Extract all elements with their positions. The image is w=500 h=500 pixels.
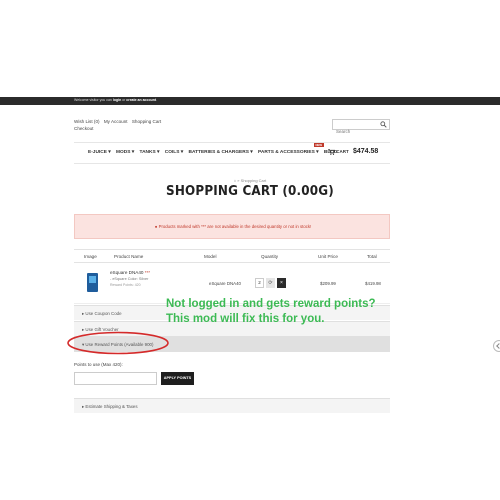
col-model: Model bbox=[204, 254, 217, 259]
points-input[interactable] bbox=[74, 372, 157, 385]
stock-alert: ● Products marked with *** are not avail… bbox=[74, 214, 390, 239]
cart-table-header: Image Product Name Model Quantity Unit P… bbox=[74, 249, 390, 263]
breadcrumb: ⌂ » Shopping Cart bbox=[0, 178, 500, 183]
search-box bbox=[332, 119, 390, 136]
breadcrumb-current[interactable]: Shopping Cart bbox=[241, 178, 267, 183]
unit-price: $209.99 bbox=[320, 281, 336, 286]
row-total: $419.98 bbox=[365, 281, 381, 286]
shipping-panel[interactable]: ▸ Estimate Shipping & Taxes bbox=[74, 398, 390, 413]
my-account-link[interactable]: My Account bbox=[104, 119, 128, 124]
page-title: SHOPPING CART (0.00G) bbox=[166, 184, 334, 199]
checkout-link[interactable]: Checkout bbox=[74, 126, 93, 131]
product-option: - eSquare Color: Silver bbox=[110, 277, 149, 281]
cart-icon bbox=[328, 149, 336, 155]
nav-item-coils[interactable]: COILS ▾ bbox=[165, 150, 183, 155]
alert-text: Products marked with *** are not availab… bbox=[158, 224, 312, 229]
callout-line-2: This mod will fix this for you. bbox=[166, 313, 325, 325]
product-image[interactable] bbox=[87, 273, 98, 292]
nav-item-batteries[interactable]: BATTERIES & CHARGERS ▾ bbox=[189, 150, 253, 155]
remove-icon[interactable]: × bbox=[277, 278, 286, 288]
shopping-cart-link[interactable]: Shopping Cart bbox=[132, 119, 161, 124]
search-input[interactable] bbox=[333, 127, 379, 136]
product-name[interactable]: eSquare DNA40 *** bbox=[110, 270, 150, 275]
quantity-input[interactable]: 2 bbox=[255, 278, 264, 288]
new-badge: NEW bbox=[314, 143, 324, 147]
coupon-heading[interactable]: ▸ Use Coupon Code bbox=[82, 311, 122, 317]
apply-points-button[interactable]: APPLY POINTS bbox=[161, 372, 194, 385]
nav-item-parts[interactable]: PARTS & ACCESSORIES ▾ bbox=[258, 150, 319, 155]
update-icon[interactable]: ⟳ bbox=[266, 278, 275, 288]
create-account-link[interactable]: create an account bbox=[126, 98, 156, 102]
col-unit-price: Unit Price bbox=[318, 254, 338, 259]
search-icon[interactable] bbox=[380, 121, 387, 128]
cart-total[interactable]: $474.58 bbox=[353, 148, 378, 155]
nav-cart[interactable]: CART bbox=[328, 149, 349, 155]
login-link[interactable]: login bbox=[113, 98, 121, 102]
callout-line-1: Not logged in and gets reward points? bbox=[166, 298, 376, 310]
product-model: eSquare DNA40 bbox=[209, 281, 241, 286]
top-bar: Welcome visitor you can login or create … bbox=[0, 97, 500, 105]
annotation-oval bbox=[67, 331, 169, 355]
header-links: Wish List (0) My Account Shopping Cart C… bbox=[74, 118, 214, 132]
nav-item-mods[interactable]: MODS ▾ bbox=[116, 150, 134, 155]
col-total: Total bbox=[367, 254, 377, 259]
out-of-stock-marker: *** bbox=[144, 270, 151, 275]
nav-item-tanks[interactable]: TANKS ▾ bbox=[140, 150, 160, 155]
cart-label: CART bbox=[336, 149, 349, 155]
promo-callout: Not logged in and gets reward points? Th… bbox=[166, 297, 376, 327]
col-product-name: Product Name bbox=[114, 254, 144, 259]
home-icon[interactable]: ⌂ bbox=[234, 178, 236, 183]
product-reward-points: Reward Points: 420 bbox=[110, 283, 141, 287]
col-quantity: Quantity bbox=[261, 254, 279, 259]
shipping-heading[interactable]: ▸ Estimate Shipping & Taxes bbox=[82, 404, 138, 410]
wishlist-link[interactable]: Wish List (0) bbox=[74, 119, 100, 124]
side-arrow-icon[interactable] bbox=[493, 340, 500, 352]
nav-items: E-JUICE ▾ MODS ▾ TANKS ▾ COILS ▾ BATTERI… bbox=[88, 150, 342, 155]
welcome-message: Welcome visitor you can login or create … bbox=[74, 98, 158, 102]
points-label: Points to use (Max 420): bbox=[74, 362, 123, 367]
breadcrumb-sep: » bbox=[237, 178, 240, 183]
col-image: Image bbox=[84, 254, 97, 259]
nav-item-ejuice[interactable]: E-JUICE ▾ bbox=[88, 150, 111, 155]
main-nav: E-JUICE ▾ MODS ▾ TANKS ▾ COILS ▾ BATTERI… bbox=[74, 142, 390, 164]
